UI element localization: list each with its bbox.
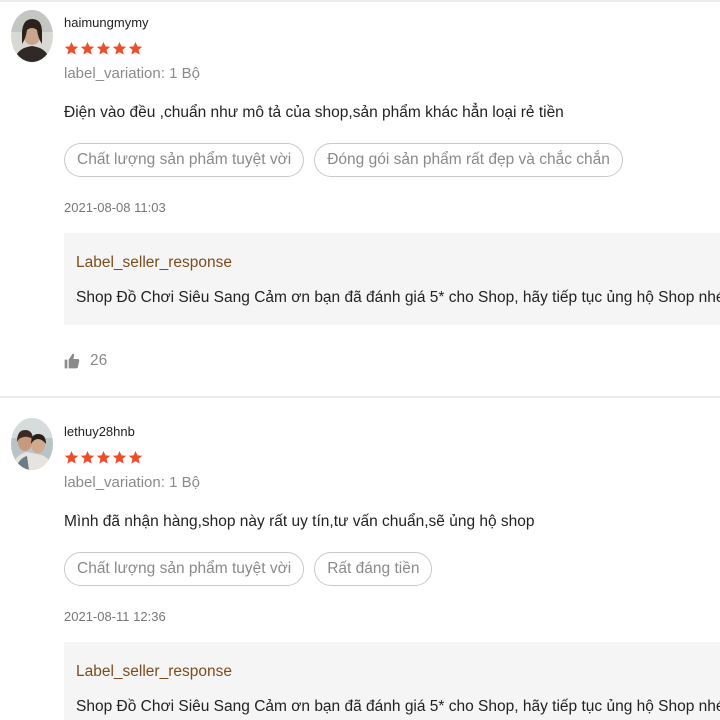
product-variation: label_variation: 1 Bộ <box>64 474 200 491</box>
review-tag: Đóng gói sản phẩm rất đẹp và chắc chắn <box>314 143 623 177</box>
star-icon <box>64 450 79 464</box>
avatar[interactable] <box>11 10 53 62</box>
review-item: haimungmymy label_variation: 1 Bộ Điện v… <box>0 0 720 398</box>
seller-response-message: Shop Đồ Chơi Siêu Sang Cảm ơn bạn đã đán… <box>76 289 720 306</box>
review-tag: Chất lượng sản phẩm tuyệt vời <box>64 143 305 177</box>
seller-response: Label_seller_response Shop Đồ Chơi Siêu … <box>64 642 720 720</box>
like-count: 26 <box>90 352 108 369</box>
review-tag: Rất đáng tiền <box>314 552 433 586</box>
username[interactable]: haimungmymy <box>64 15 149 30</box>
seller-response-message: Shop Đồ Chơi Siêu Sang Cảm ơn bạn đã đán… <box>76 698 720 715</box>
product-variation: label_variation: 1 Bộ <box>64 65 200 82</box>
star-icon <box>96 41 111 55</box>
review-item: lethuy28hnb label_variation: 1 Bộ Mình đ… <box>0 398 720 720</box>
review-comment: Mình đã nhận hàng,shop này rất uy tín,tư… <box>64 513 535 530</box>
star-icon <box>128 41 143 55</box>
star-rating <box>64 450 143 465</box>
star-icon <box>96 450 111 464</box>
thumbs-up-icon <box>64 353 80 369</box>
seller-response-label: Label_seller_response <box>76 254 232 271</box>
seller-response-text: Shop Đồ Chơi Siêu Sang Cảm ơn bạn đã đán… <box>76 698 720 716</box>
avatar[interactable] <box>11 418 53 470</box>
star-icon <box>112 450 127 464</box>
seller-response: Label_seller_response Shop Đồ Chơi Siêu … <box>64 233 720 325</box>
username[interactable]: lethuy28hnb <box>64 424 135 439</box>
review-date: 2021-08-11 12:36 <box>64 609 166 624</box>
like-button[interactable]: 26 <box>64 352 107 370</box>
review-tags: Chất lượng sản phẩm tuyệt vời Rất đáng t… <box>64 552 433 586</box>
review-tags: Chất lượng sản phẩm tuyệt vời Đóng gói s… <box>64 143 623 177</box>
star-rating <box>64 41 143 56</box>
review-tag: Chất lượng sản phẩm tuyệt vời <box>64 552 305 586</box>
star-icon <box>128 450 143 464</box>
star-icon <box>80 450 95 464</box>
star-icon <box>112 41 127 55</box>
review-comment: Điện vào đều ,chuẩn như mô tả của shop,s… <box>64 104 564 121</box>
star-icon <box>64 41 79 55</box>
review-date: 2021-08-08 11:03 <box>64 200 166 215</box>
seller-response-label: Label_seller_response <box>76 663 232 680</box>
star-icon <box>80 41 95 55</box>
seller-response-text: Shop Đồ Chơi Siêu Sang Cảm ơn bạn đã đán… <box>76 289 720 307</box>
